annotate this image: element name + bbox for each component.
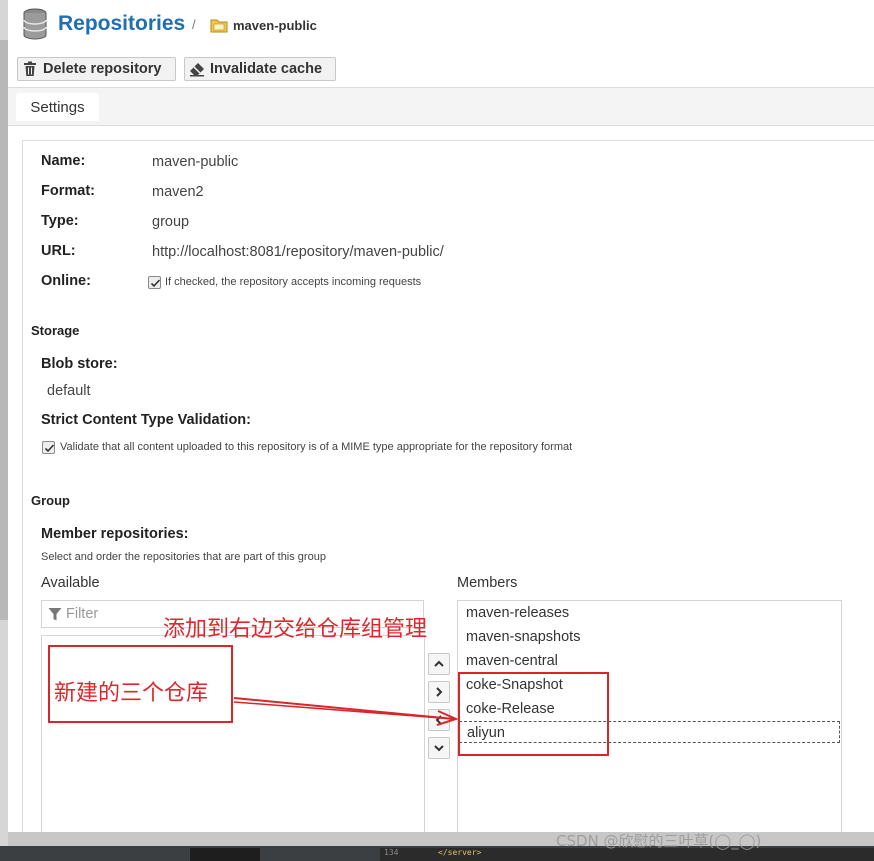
tab-bar: Settings xyxy=(8,88,874,126)
member-item[interactable]: maven-snapshots xyxy=(466,626,580,648)
left-scrollbar-thumb[interactable] xyxy=(0,40,8,620)
folder-icon xyxy=(210,19,228,33)
strict-validation-checkbox[interactable] xyxy=(42,441,55,454)
blob-store-label: Blob store: xyxy=(41,356,118,372)
name-value: maven-public xyxy=(152,154,239,170)
type-value: group xyxy=(152,214,190,230)
member-repositories-help: Select and order the repositories that a… xyxy=(41,551,326,563)
available-column-label: Available xyxy=(41,575,100,591)
format-value: maven2 xyxy=(152,184,204,200)
url-value[interactable]: http://localhost:8081/repository/maven-p… xyxy=(152,244,444,260)
member-repositories-label: Member repositories: xyxy=(41,526,189,542)
left-scrollbar[interactable] xyxy=(0,0,8,861)
online-help-text: If checked, the repository accepts incom… xyxy=(165,276,422,288)
trash-icon xyxy=(24,61,36,76)
database-icon xyxy=(23,8,47,40)
delete-repository-button[interactable]: Delete repository xyxy=(17,57,176,81)
filter-icon xyxy=(48,608,62,621)
watermark: CSDN @欣慰的三叶草(◯_◯) xyxy=(556,832,762,850)
blob-store-value: default xyxy=(47,383,91,399)
page-title[interactable]: Repositories xyxy=(58,12,185,36)
strict-validation-help: Validate that all content uploaded to th… xyxy=(60,441,573,453)
editor-line-number: 134 xyxy=(384,848,399,857)
group-section-title: Group xyxy=(31,493,70,508)
annotation-box-members xyxy=(458,672,609,756)
checkbox-icon xyxy=(150,279,161,288)
editor-code-tag: </server> xyxy=(438,848,482,857)
format-label: Format: xyxy=(41,183,95,199)
type-label: Type: xyxy=(41,213,79,229)
name-label: Name: xyxy=(41,153,86,169)
strict-validation-label: Strict Content Type Validation: xyxy=(41,412,251,428)
annotation-new-repos: 新建的三个仓库 xyxy=(54,681,209,706)
invalidate-cache-button[interactable]: Invalidate cache xyxy=(184,57,336,81)
tab-settings[interactable]: Settings xyxy=(16,93,99,121)
eraser-icon xyxy=(190,63,204,77)
breadcrumb-separator: / xyxy=(192,17,196,32)
members-column-label: Members xyxy=(457,575,518,591)
member-item[interactable]: maven-releases xyxy=(466,602,569,624)
breadcrumb-current: maven-public xyxy=(233,18,317,33)
move-down-button[interactable] xyxy=(428,737,450,759)
url-label: URL: xyxy=(41,243,76,259)
storage-section-title: Storage xyxy=(31,323,80,338)
online-checkbox[interactable] xyxy=(148,276,161,289)
checkbox-icon xyxy=(44,444,55,453)
move-up-button[interactable] xyxy=(428,653,450,675)
online-label: Online: xyxy=(41,273,91,289)
chevron-up-icon xyxy=(434,660,444,667)
chevron-down-icon xyxy=(434,745,444,752)
annotation-add-to-group: 添加到右边交给仓库组管理 xyxy=(163,617,428,642)
toolbar: Delete repository Invalidate cache xyxy=(8,52,874,88)
page-header: Repositories / maven-public xyxy=(8,0,874,50)
annotation-arrow xyxy=(233,697,459,726)
invalidate-cache-label: Invalidate cache xyxy=(210,61,323,77)
member-item[interactable]: maven-central xyxy=(466,650,558,672)
settings-panel: Name: maven-public Format: maven2 Type: … xyxy=(22,140,874,841)
editor-dark-region xyxy=(190,848,260,861)
delete-repository-label: Delete repository xyxy=(43,61,162,77)
